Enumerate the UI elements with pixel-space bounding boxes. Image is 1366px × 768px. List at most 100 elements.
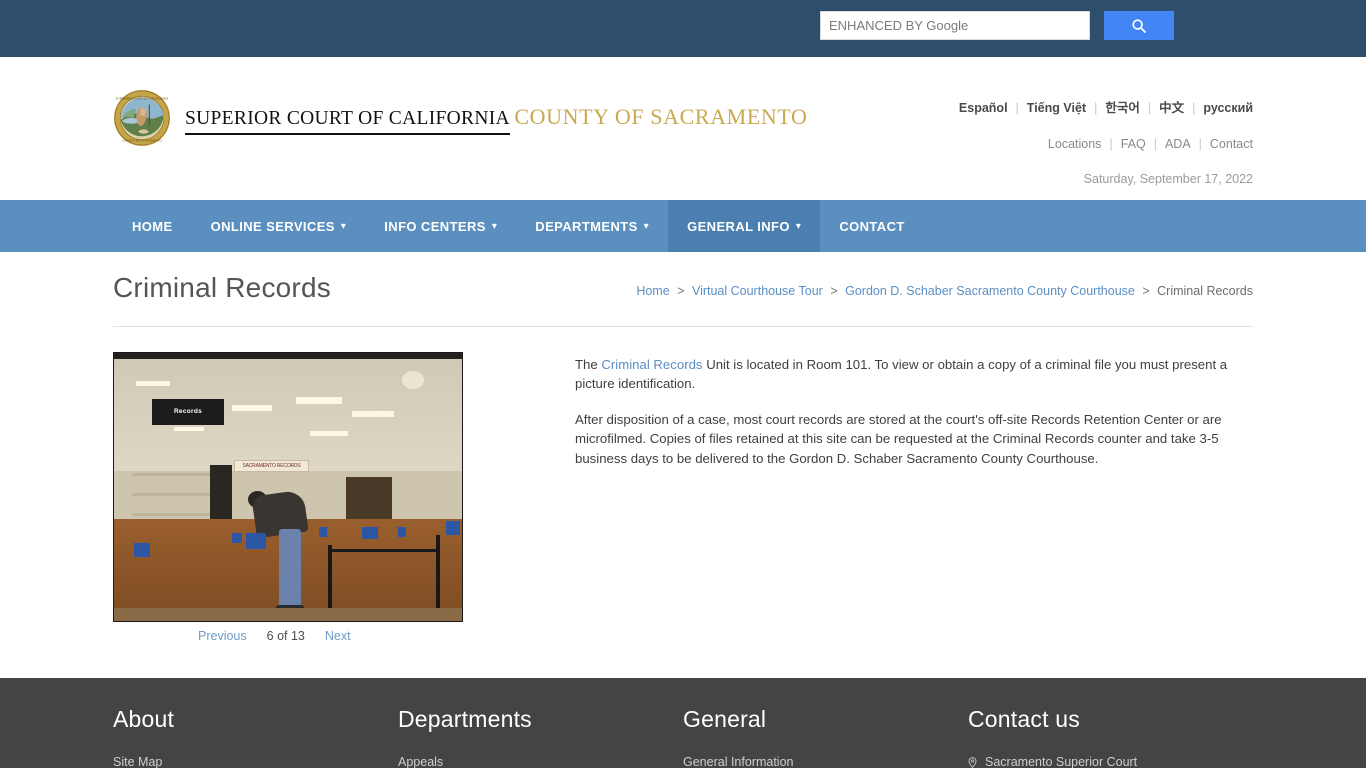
logo-line-2: COUNTY OF SACRAMENTO [514,103,808,129]
gallery-next-link[interactable]: Next [325,629,351,643]
photo-stanchion [328,545,332,617]
footer-link-appeals[interactable]: Appeals [398,755,443,768]
utility-link-locations[interactable]: Locations [1048,137,1102,151]
nav-item-contact[interactable]: CONTACT [820,200,923,252]
footer-link-site-map[interactable]: Site Map [113,755,162,768]
language-link-espanol[interactable]: Español [959,101,1008,115]
top-bar [0,0,1366,57]
photo-light [232,405,272,411]
footer-links-departments: Appeals [398,755,683,768]
photo-light [402,371,424,389]
breadcrumb-separator: > [830,284,838,298]
photo-window-placard [398,527,406,537]
nav-item-home[interactable]: HOME [113,200,192,252]
footer-column-departments: Departments Appeals [398,706,683,768]
utility-link-faq[interactable]: FAQ [1121,137,1146,151]
google-search-area [820,11,1174,40]
footer-column-about: About Site Map [113,706,398,768]
photo-window-placard [232,533,242,543]
photo-light [296,397,342,404]
page-header: Criminal Records Home > Virtual Courthou… [113,272,1253,327]
main-navigation: HOME ONLINE SERVICES ▾ INFO CENTERS ▾ DE… [0,200,1366,252]
footer-links-contact: Sacramento Superior Court [968,755,1253,768]
breadcrumb-item-virtual-courthouse-tour[interactable]: Virtual Courthouse Tour [692,284,823,298]
language-link-chinese[interactable]: 中文 [1159,101,1184,115]
list-item: Sacramento Superior Court [968,755,1253,768]
current-date: Saturday, September 17, 2022 [1083,172,1253,186]
photo-back-shelving [346,477,392,521]
gallery-navigation: Previous 6 of 13 Next [113,629,463,643]
photo-ceiling-trim [114,353,462,359]
chevron-down-icon: ▾ [795,220,802,232]
divider: | [1015,101,1019,115]
divider: | [1109,137,1113,151]
photo-window-placard [319,527,327,537]
divider: | [1153,137,1157,151]
breadcrumb-item-gordon-schaber-courthouse[interactable]: Gordon D. Schaber Sacramento County Cour… [845,284,1135,298]
nav-item-info-centers[interactable]: INFO CENTERS ▾ [365,200,516,252]
photo-light [352,411,394,417]
page-title: Criminal Records [113,272,331,303]
photo-stanchion-rope [330,549,438,552]
utility-link-contact[interactable]: Contact [1210,137,1253,151]
footer-link-sacramento-superior-court[interactable]: Sacramento Superior Court [985,755,1137,768]
nav-item-online-services[interactable]: ONLINE SERVICES ▾ [192,200,366,252]
svg-text:SUPERIOR COURT OF CALIFORNIA: SUPERIOR COURT OF CALIFORNIA [116,97,170,101]
search-button[interactable] [1104,11,1174,40]
footer-column-contact-us: Contact us Sacramento Superior Court [968,706,1253,768]
criminal-records-link[interactable]: Criminal Records [601,357,702,372]
photo-window-placard [134,543,150,557]
site-logo[interactable]: SUPERIOR COURT OF CALIFORNIA COUNTY OF S… [113,89,807,147]
footer-column-general: General General Information [683,706,968,768]
footer-links-general: General Information [683,755,968,768]
divider: | [1094,101,1098,115]
footer-heading-about: About [113,706,175,732]
nav-item-departments[interactable]: DEPARTMENTS ▾ [516,200,668,252]
footer-heading-general: General [683,706,767,732]
photo-window-placard [246,533,266,549]
breadcrumb: Home > Virtual Courthouse Tour > Gordon … [636,284,1253,304]
chevron-down-icon: ▾ [643,220,650,232]
language-link-russian[interactable]: русский [1203,101,1253,115]
article-body: The Criminal Records Unit is located in … [575,352,1235,643]
main-content: Criminal Records Home > Virtual Courthou… [0,252,1366,678]
breadcrumb-separator: > [1142,284,1150,298]
language-link-tieng-viet[interactable]: Tiếng Việt [1027,101,1086,115]
svg-text:COUNTY OF SACRAMENTO: COUNTY OF SACRAMENTO [122,139,162,143]
footer-heading-departments: Departments [398,706,532,732]
photo-floor [114,607,462,621]
photo-banner-text: SACRAMENTO RECORDS [242,463,301,469]
photo-person-legs [279,529,301,607]
language-link-korean[interactable]: 한국어 [1105,101,1140,115]
footer-links-about: Site Map [113,755,398,768]
photo-banner: SACRAMENTO RECORDS [234,460,309,472]
search-input[interactable] [820,11,1090,40]
divider: | [1147,101,1152,115]
nav-label: ONLINE SERVICES [210,218,335,234]
site-footer: About Site Map Departments Appeals Gener… [0,678,1366,768]
chevron-down-icon: ▾ [340,220,347,232]
search-icon [1131,18,1147,34]
logo-wordmark: SUPERIOR COURT OF CALIFORNIA COUNTY OF S… [185,102,807,135]
logo-line-1: SUPERIOR COURT OF CALIFORNIA [185,108,510,135]
divider: | [1198,137,1202,151]
breadcrumb-item-home[interactable]: Home [636,284,669,298]
nav-label: DEPARTMENTS [535,218,638,234]
footer-link-general-information[interactable]: General Information [683,755,793,768]
utility-link-ada[interactable]: ADA [1165,137,1191,151]
photo-window-placard [362,527,378,539]
site-header: SUPERIOR COURT OF CALIFORNIA COUNTY OF S… [0,57,1366,200]
breadcrumb-separator: > [677,284,685,298]
gallery-counter: 6 of 13 [266,629,305,643]
nav-label: HOME [132,218,173,234]
breadcrumb-item-current: Criminal Records [1157,284,1253,298]
nav-label: GENERAL INFO [687,218,790,234]
list-item: General Information [683,755,968,768]
gallery-photo[interactable]: Records SACRAMENTO RECORDS [113,352,463,622]
photo-records-sign-text: Records [173,408,203,415]
gallery-previous-link[interactable]: Previous [198,629,247,643]
location-pin-icon [968,757,977,768]
photo-gallery: Records SACRAMENTO RECORDS Previous 6 of… [113,352,463,643]
nav-item-general-info[interactable]: GENERAL INFO ▾ [668,200,821,252]
nav-label: INFO CENTERS [384,218,486,234]
